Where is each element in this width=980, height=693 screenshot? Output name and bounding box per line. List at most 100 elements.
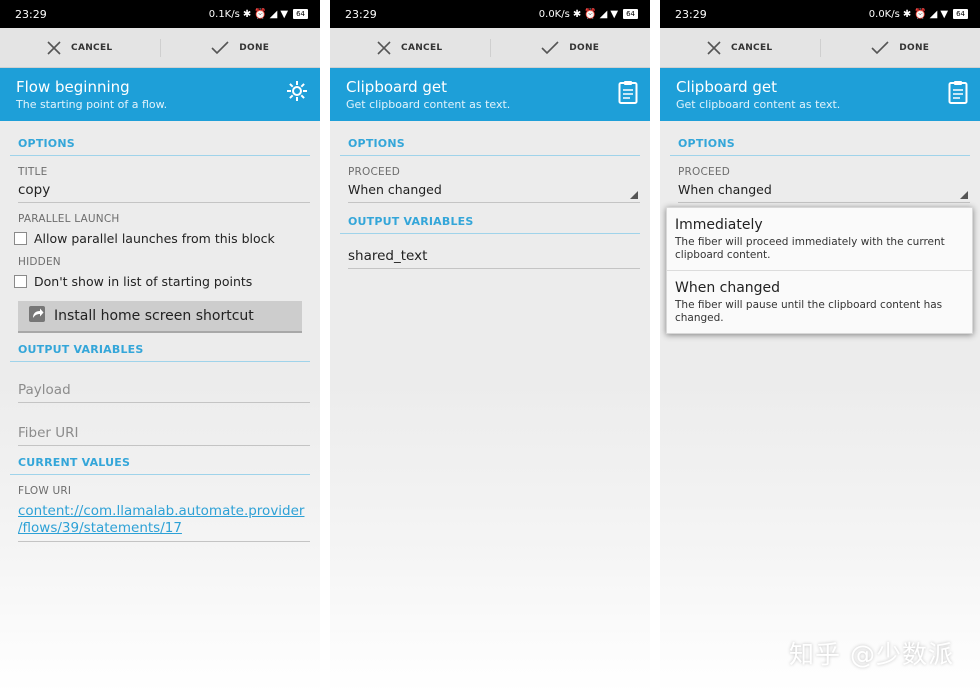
done-label: DONE	[569, 42, 600, 53]
block-header: Clipboard get Get clipboard content as t…	[660, 68, 980, 121]
status-time: 23:29	[675, 7, 707, 21]
section-output-variables: OUTPUT VARIABLES	[10, 333, 310, 362]
screen-clipboard-get-dropdown: 23:29 0.0K/s ✱ ⏰ ◢ ▼ 64 CANCEL DONE Clip…	[660, 0, 980, 693]
block-subtitle: Get clipboard content as text.	[346, 98, 511, 111]
dropdown-option-immediately[interactable]: Immediately The fiber will proceed immed…	[667, 208, 972, 270]
hidden-text: Don't show in list of starting points	[34, 274, 253, 289]
wifi-icon: ▼	[940, 8, 949, 20]
action-bar: CANCEL DONE	[660, 28, 980, 68]
hidden-checkbox[interactable]	[14, 275, 27, 288]
status-time: 23:29	[345, 7, 377, 21]
proceed-dropdown-menu: Immediately The fiber will proceed immed…	[666, 207, 973, 334]
parallel-launch-label: PARALLEL LAUNCH	[18, 213, 120, 225]
section-options: OPTIONS	[10, 121, 310, 156]
proceed-label: PROCEED	[348, 166, 400, 178]
signal-icon: ◢	[599, 8, 608, 20]
install-shortcut-label: Install home screen shortcut	[54, 308, 254, 324]
bluetooth-icon: ✱	[572, 8, 582, 20]
hidden-label: HIDDEN	[18, 256, 61, 268]
cancel-label: CANCEL	[401, 42, 443, 53]
cancel-label: CANCEL	[71, 42, 113, 53]
title-label: TITLE	[18, 166, 48, 178]
block-options: OPTIONS PROCEED When changed	[660, 121, 980, 203]
option-title: Immediately	[675, 217, 763, 233]
signal-icon: ◢	[929, 8, 938, 20]
status-bar: 23:29 0.0K/s ✱ ⏰ ◢ ▼ 64	[330, 0, 650, 28]
wifi-icon: ▼	[280, 8, 289, 20]
proceed-value: When changed	[348, 182, 442, 197]
status-time: 23:29	[15, 7, 47, 21]
section-options: OPTIONS	[340, 121, 640, 156]
proceed-spinner[interactable]: When changed	[678, 178, 970, 203]
close-icon	[377, 40, 391, 55]
section-output-variables: OUTPUT VARIABLES	[340, 203, 640, 234]
alarm-icon: ⏰	[914, 8, 927, 20]
title-input[interactable]: copy	[18, 178, 310, 203]
proceed-label: PROCEED	[678, 166, 730, 178]
dropdown-option-when-changed[interactable]: When changed The fiber will pause until …	[667, 270, 972, 333]
block-title: Clipboard get	[676, 78, 778, 96]
parallel-launch-checkbox-row[interactable]: Allow parallel launches from this block	[14, 231, 310, 246]
block-header: Flow beginning The starting point of a f…	[0, 68, 320, 121]
block-title: Clipboard get	[346, 78, 448, 96]
clipboard-icon	[618, 80, 638, 108]
done-button[interactable]: DONE	[491, 40, 651, 55]
battery-icon: 64	[623, 9, 638, 19]
option-description: The fiber will proceed immediately with …	[675, 236, 945, 261]
cancel-button[interactable]: CANCEL	[660, 40, 820, 55]
battery-icon: 64	[953, 9, 968, 19]
close-icon	[47, 40, 61, 55]
option-description: The fiber will pause until the clipboard…	[675, 299, 943, 324]
hidden-checkbox-row[interactable]: Don't show in list of starting points	[14, 274, 310, 289]
watermark: 知乎 @少数派	[789, 640, 954, 669]
install-shortcut-button[interactable]: Install home screen shortcut	[18, 301, 302, 333]
done-label: DONE	[239, 42, 270, 53]
spinner-arrow-icon	[960, 191, 968, 199]
fiber-uri-input[interactable]: Fiber URI	[18, 421, 310, 446]
output-variable-input[interactable]: shared_text	[348, 244, 640, 269]
payload-input[interactable]: Payload	[18, 378, 310, 403]
parallel-launch-checkbox[interactable]	[14, 232, 27, 245]
action-bar: CANCEL DONE	[330, 28, 650, 68]
signal-icon: ◢	[269, 8, 278, 20]
network-speed: 0.1K/s	[208, 8, 240, 20]
check-icon	[211, 40, 229, 54]
flow-uri-label: FLOW URI	[18, 485, 72, 497]
wifi-icon: ▼	[610, 8, 619, 20]
done-button[interactable]: DONE	[821, 40, 980, 55]
network-speed: 0.0K/s	[538, 8, 570, 20]
alarm-icon: ⏰	[584, 8, 597, 20]
cancel-label: CANCEL	[731, 42, 773, 53]
gear-icon	[286, 80, 308, 106]
check-icon	[541, 40, 559, 54]
block-title: Flow beginning	[16, 78, 130, 96]
flow-uri-line2: /flows/39/statements/17	[18, 520, 182, 536]
block-options: OPTIONS TITLE copy PARALLEL LAUNCH Allow…	[0, 121, 320, 542]
battery-icon: 64	[293, 9, 308, 19]
cancel-button[interactable]: CANCEL	[330, 40, 490, 55]
section-current-values: CURRENT VALUES	[10, 446, 310, 475]
parallel-launch-text: Allow parallel launches from this block	[34, 231, 275, 246]
screen-clipboard-get: 23:29 0.0K/s ✱ ⏰ ◢ ▼ 64 CANCEL DONE Clip…	[330, 0, 650, 693]
shortcut-arrow-icon	[28, 305, 46, 327]
status-bar: 23:29 0.1K/s ✱ ⏰ ◢ ▼ 64	[0, 0, 320, 28]
flow-uri-line1: content://com.llamalab.automate.provider	[18, 503, 305, 519]
block-header: Clipboard get Get clipboard content as t…	[330, 68, 650, 121]
status-bar: 23:29 0.0K/s ✱ ⏰ ◢ ▼ 64	[660, 0, 980, 28]
close-icon	[707, 40, 721, 55]
proceed-value: When changed	[678, 182, 772, 197]
done-label: DONE	[899, 42, 930, 53]
block-options: OPTIONS PROCEED When changed OUTPUT VARI…	[330, 121, 650, 269]
status-icons: 0.0K/s ✱ ⏰ ◢ ▼ 64	[539, 9, 638, 20]
proceed-spinner[interactable]: When changed	[348, 178, 640, 203]
done-button[interactable]: DONE	[161, 40, 321, 55]
clipboard-icon	[948, 80, 968, 108]
block-subtitle: Get clipboard content as text.	[676, 98, 841, 111]
check-icon	[871, 40, 889, 54]
block-subtitle: The starting point of a flow.	[16, 98, 168, 111]
status-icons: 0.1K/s ✱ ⏰ ◢ ▼ 64	[209, 9, 308, 20]
flow-uri-link[interactable]: content://com.llamalab.automate.provider…	[18, 497, 310, 542]
cancel-button[interactable]: CANCEL	[0, 40, 160, 55]
action-bar: CANCEL DONE	[0, 28, 320, 68]
network-speed: 0.0K/s	[868, 8, 900, 20]
